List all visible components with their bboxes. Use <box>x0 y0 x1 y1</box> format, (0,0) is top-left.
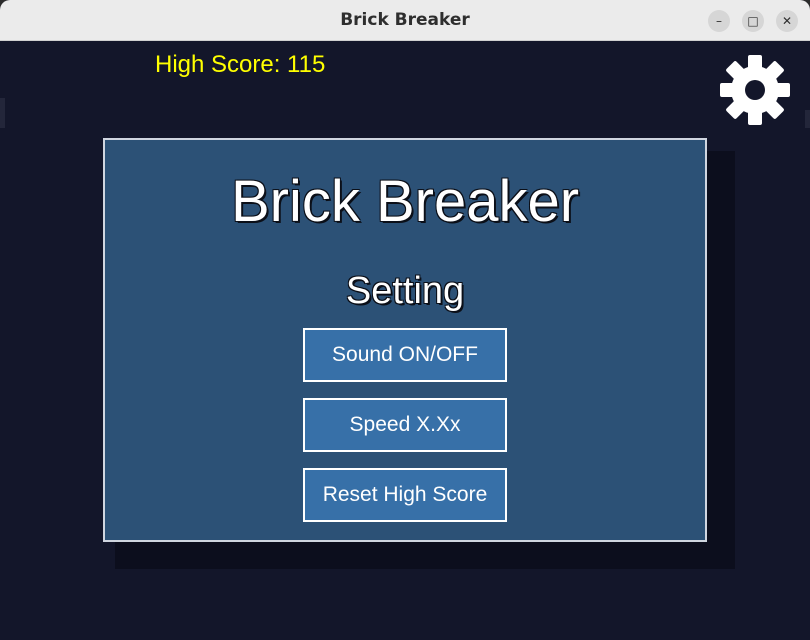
window-title: Brick Breaker <box>340 10 470 30</box>
edge-strip-right <box>805 110 810 128</box>
minimize-button[interactable]: – <box>708 10 730 32</box>
maximize-icon: □ <box>747 14 759 28</box>
title-bar[interactable]: Brick Breaker – □ ✕ <box>0 0 810 41</box>
maximize-button[interactable]: □ <box>742 10 764 32</box>
close-icon: ✕ <box>781 14 793 28</box>
high-score-label: High Score: 115 <box>155 51 326 78</box>
minimize-icon: – <box>716 14 722 28</box>
settings-button[interactable] <box>718 53 792 127</box>
close-button[interactable]: ✕ <box>776 10 798 32</box>
gear-icon <box>720 55 790 125</box>
settings-heading: Setting <box>345 270 465 312</box>
game-canvas[interactable]: High Score: 115 Brick Breaker Setting So… <box>5 41 805 640</box>
speed-button[interactable]: Speed X.Xx <box>303 398 507 452</box>
reset-high-score-button[interactable]: Reset High Score <box>303 468 507 522</box>
sound-toggle-button[interactable]: Sound ON/OFF <box>303 328 507 382</box>
game-title: Brick Breaker <box>230 169 580 234</box>
game-window: Brick Breaker – □ ✕ High Score: 115 Bric… <box>0 0 810 640</box>
settings-panel: Brick Breaker Setting Sound ON/OFF Speed… <box>103 138 707 542</box>
